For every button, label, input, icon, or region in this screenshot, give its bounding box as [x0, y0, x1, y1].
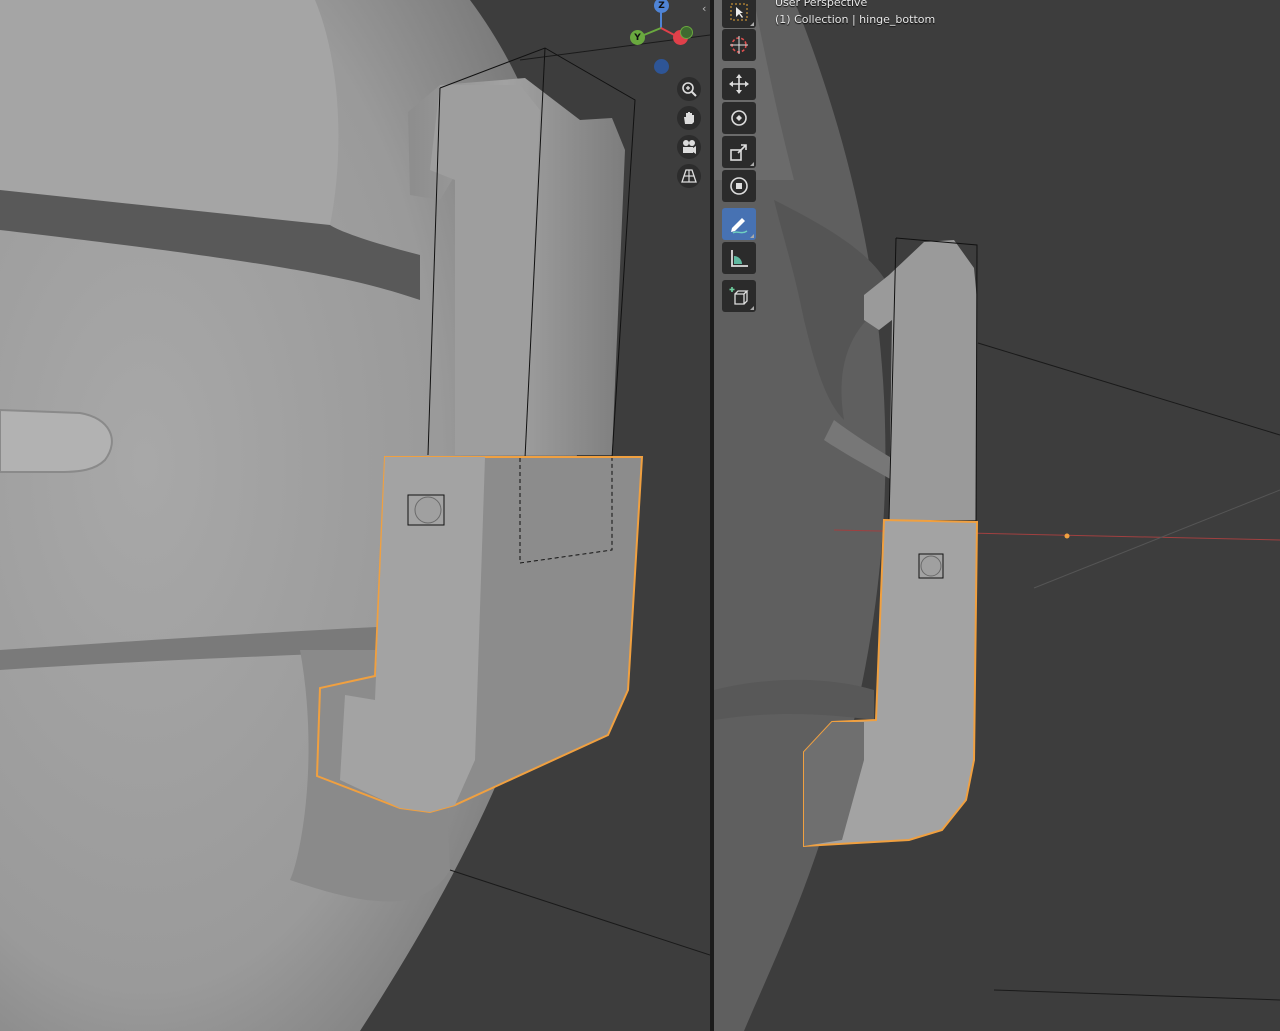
- tool-corner: [750, 22, 754, 26]
- scene-left[interactable]: [0, 0, 710, 1031]
- viewport-perspective-label: User Perspective: [775, 0, 868, 9]
- hinge-pin: [920, 555, 942, 577]
- camera-icon-glyph: [683, 140, 696, 154]
- annotate-tool[interactable]: [722, 208, 756, 240]
- helmet-lower-band: [714, 679, 874, 720]
- scene-right[interactable]: [714, 0, 1280, 1031]
- side-slot: [0, 408, 113, 473]
- cursor-tool[interactable]: [722, 29, 756, 61]
- hand-pan-icon-glyph: [684, 112, 694, 124]
- scale-icon: [730, 144, 747, 161]
- scale-tool[interactable]: [722, 136, 756, 168]
- tool-corner: [750, 162, 754, 166]
- select-box-tool[interactable]: [722, 0, 756, 28]
- camera-icon[interactable]: [677, 135, 701, 159]
- move-tool[interactable]: [722, 68, 756, 100]
- cursor-select-icon: [730, 3, 748, 21]
- viewport-right[interactable]: User Perspective (1) Collection | hinge_…: [714, 0, 1280, 1031]
- measure-tool[interactable]: [722, 242, 756, 274]
- annotate-pencil-icon: [731, 218, 748, 234]
- gizmo-neg-y-axis[interactable]: [680, 26, 693, 39]
- zoom-icon-glyph: [682, 82, 697, 97]
- transform-icon: [730, 177, 748, 195]
- navigation-gizmo[interactable]: Z Y: [625, 0, 695, 80]
- rotate-tool[interactable]: [722, 102, 756, 134]
- viewport-left[interactable]: Z Y ‹: [0, 0, 710, 1031]
- hinge-pin: [414, 496, 442, 524]
- object-origin: [1064, 533, 1070, 539]
- toolbar: [714, 0, 764, 320]
- tool-corner: [750, 234, 754, 238]
- add-cube-tool[interactable]: [722, 280, 756, 312]
- grid-ortho-icon-glyph: [681, 169, 697, 183]
- zoom-icon[interactable]: [677, 77, 701, 101]
- rotate-icon: [731, 110, 747, 126]
- tool-corner: [750, 306, 754, 310]
- move-arrows-icon: [729, 74, 749, 94]
- hand-pan-icon[interactable]: [677, 106, 701, 130]
- ruler-icon: [731, 250, 748, 267]
- add-cube-icon: [729, 287, 749, 305]
- collapse-arrow-icon[interactable]: ‹: [702, 2, 710, 16]
- gizmo-y-axis[interactable]: Y: [630, 30, 645, 45]
- 3d-cursor-icon: [730, 36, 748, 54]
- top-band: [0, 0, 339, 225]
- gizmo-neg-z-axis[interactable]: [654, 59, 669, 74]
- grid-ortho-icon[interactable]: [677, 164, 701, 188]
- active-collection-label: (1) Collection | hinge_bottom: [775, 13, 936, 26]
- transform-tool[interactable]: [722, 170, 756, 202]
